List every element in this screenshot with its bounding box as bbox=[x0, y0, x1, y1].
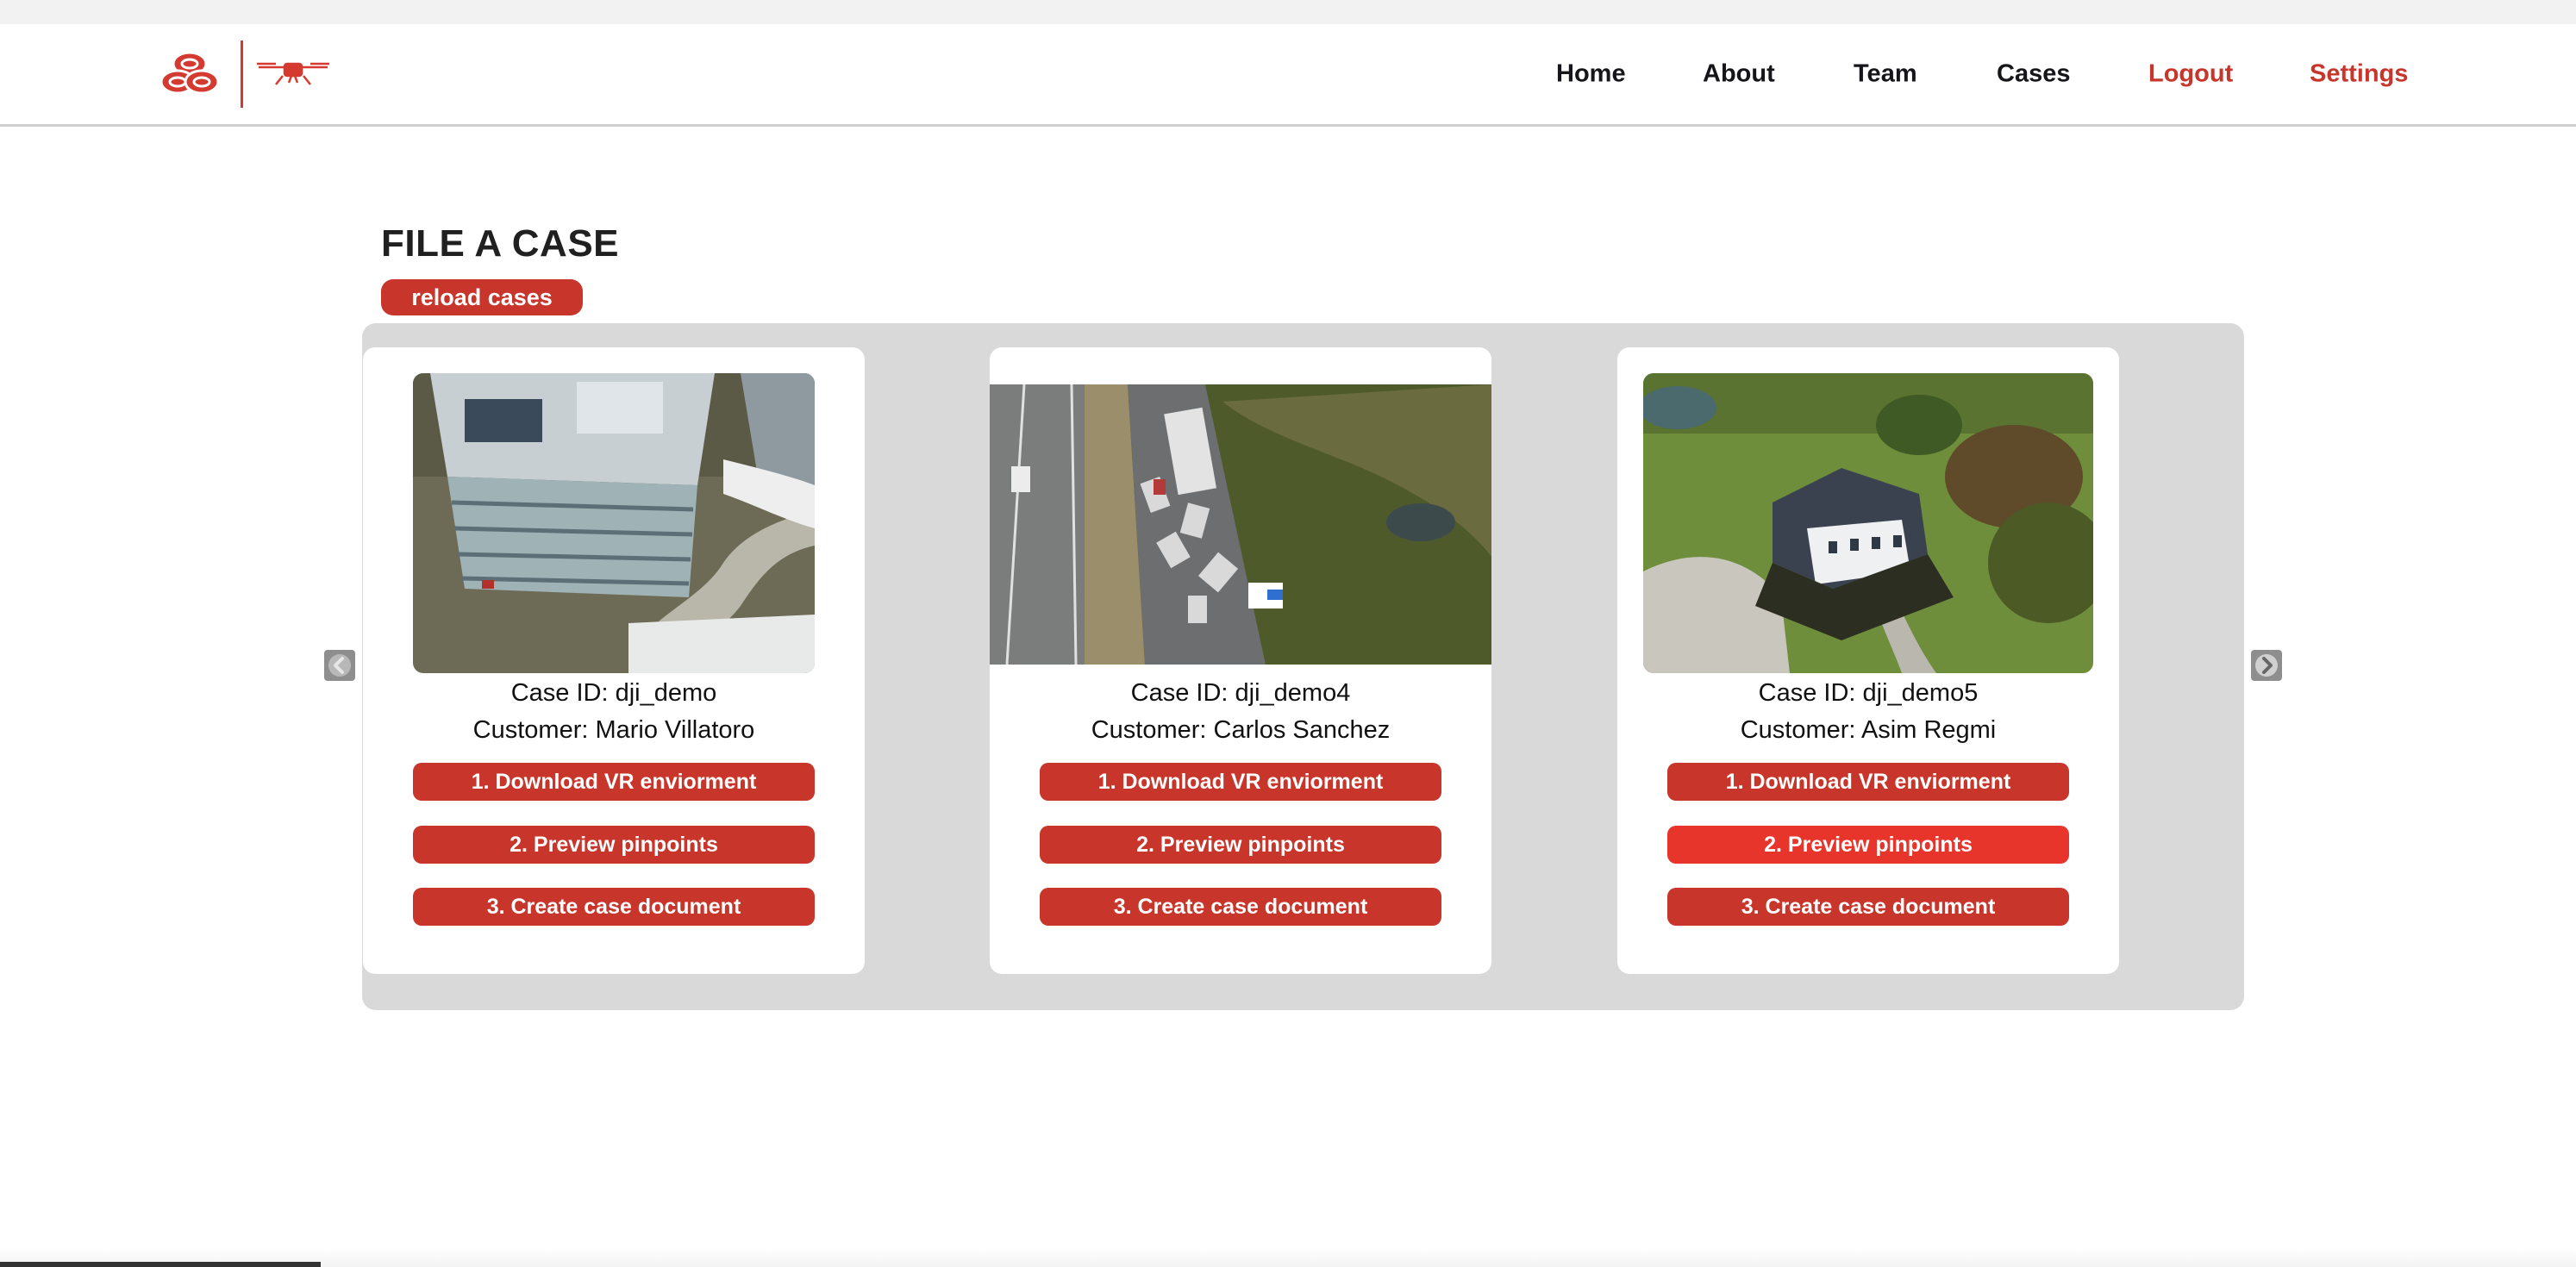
case-photo-highway-pileup bbox=[990, 384, 1491, 665]
nav-cases-link[interactable]: Cases bbox=[1997, 60, 2070, 89]
page-title: FILE A CASE bbox=[381, 222, 620, 265]
case-photo-office-building bbox=[413, 373, 815, 673]
carousel-prev-button[interactable] bbox=[324, 650, 355, 681]
case-card: Case ID: dji_demo Customer: Mario Villat… bbox=[363, 347, 865, 974]
bottom-status-bar bbox=[0, 1262, 321, 1267]
browser-top-strip bbox=[0, 0, 2576, 24]
nav-logout-link[interactable]: Logout bbox=[2148, 60, 2233, 89]
download-vr-button[interactable]: 1. Download VR enviorment bbox=[1040, 763, 1441, 801]
download-vr-button[interactable]: 1. Download VR enviorment bbox=[413, 763, 815, 801]
customer-label: Customer: Asim Regmi bbox=[1740, 716, 1997, 744]
page-bottom-shadow bbox=[0, 1248, 2576, 1267]
main-nav: Home About Team Cases Logout Settings bbox=[0, 24, 2576, 124]
case-id-label: Case ID: dji_demo4 bbox=[1130, 679, 1351, 707]
create-case-document-button[interactable]: 3. Create case document bbox=[413, 888, 815, 926]
case-id-label: Case ID: dji_demo bbox=[510, 679, 717, 707]
preview-pinpoints-button[interactable]: 2. Preview pinpoints bbox=[413, 826, 815, 864]
chevron-right-icon bbox=[2255, 654, 2278, 677]
site-header: Home About Team Cases Logout Settings bbox=[0, 24, 2576, 127]
create-case-document-button[interactable]: 3. Create case document bbox=[1040, 888, 1441, 926]
case-card: Case ID: dji_demo4 Customer: Carlos Sanc… bbox=[990, 347, 1491, 974]
carousel-next-button[interactable] bbox=[2251, 650, 2282, 681]
customer-label: Customer: Mario Villatoro bbox=[472, 716, 755, 744]
reload-cases-button[interactable]: reload cases bbox=[381, 279, 583, 315]
preview-pinpoints-button[interactable]: 2. Preview pinpoints bbox=[1040, 826, 1441, 864]
chevron-left-icon bbox=[328, 654, 351, 677]
nav-team-link[interactable]: Team bbox=[1854, 60, 1917, 89]
nav-settings-link[interactable]: Settings bbox=[2310, 60, 2408, 89]
create-case-document-button[interactable]: 3. Create case document bbox=[1667, 888, 2069, 926]
case-id-label: Case ID: dji_demo5 bbox=[1758, 679, 1979, 707]
preview-pinpoints-button[interactable]: 2. Preview pinpoints bbox=[1667, 826, 2069, 864]
case-card: Case ID: dji_demo5 Customer: Asim Regmi … bbox=[1617, 347, 2119, 974]
nav-home-link[interactable]: Home bbox=[1556, 60, 1626, 89]
customer-label: Customer: Carlos Sanchez bbox=[1091, 716, 1391, 744]
case-photo-house bbox=[1643, 373, 2093, 673]
nav-about-link[interactable]: About bbox=[1703, 60, 1775, 89]
download-vr-button[interactable]: 1. Download VR enviorment bbox=[1667, 763, 2069, 801]
